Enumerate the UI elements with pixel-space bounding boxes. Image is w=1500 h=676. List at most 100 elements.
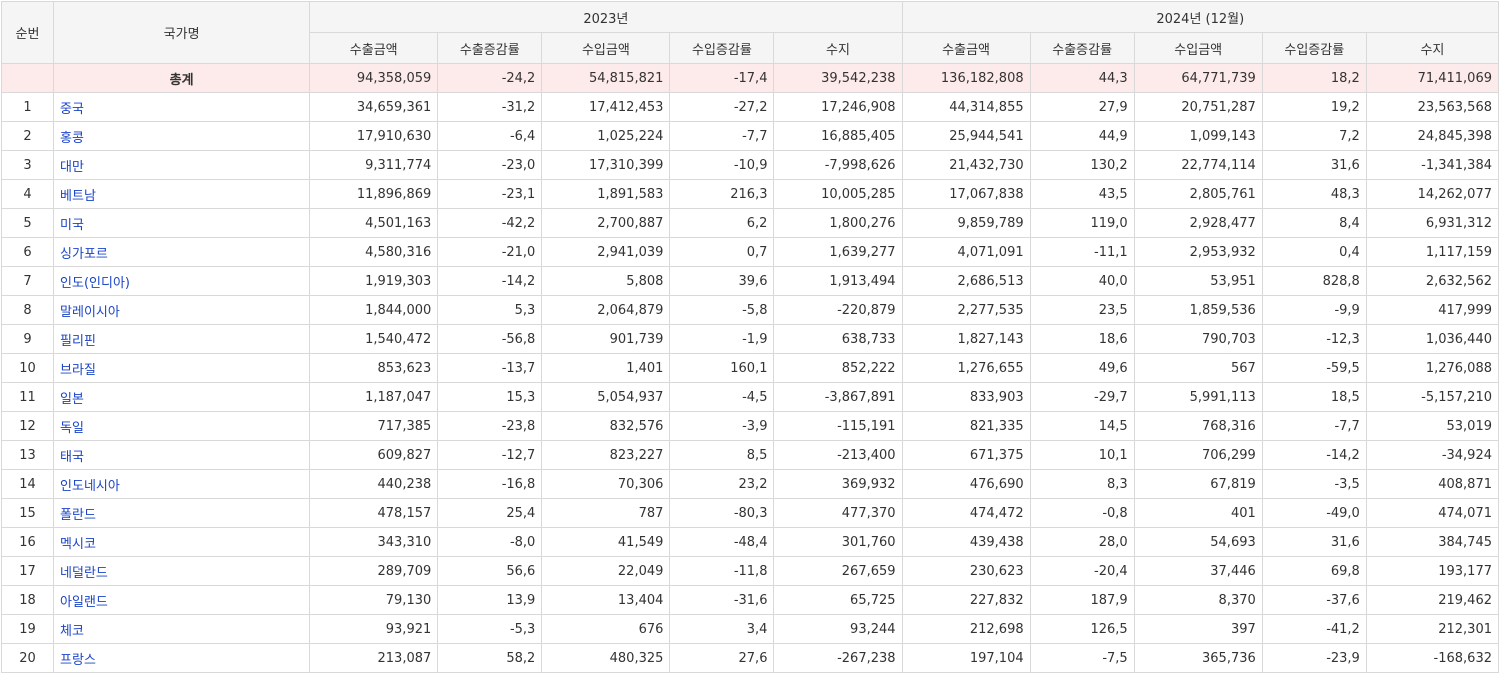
table-row: 15 폴란드 478,157 25,4 787 -80,3 477,370 474,472 -0… [0, 498, 1500, 528]
value-cell: 10,005,285 [773, 179, 903, 209]
value-cell: 8,3 [1029, 469, 1135, 499]
value-cell: 480,325 [541, 643, 671, 673]
value-cell: -59,5 [1261, 353, 1367, 383]
value-cell: 31,6 [1261, 150, 1367, 180]
value-cell: -37,6 [1261, 585, 1367, 615]
value-cell: 13,404 [541, 585, 671, 615]
table-row: 12 독일 717,385 -23,8 832,576 -3,9 -115,191 821,3… [0, 411, 1500, 441]
rank-cell: 7 [0, 266, 55, 296]
value-cell: 365,736 [1133, 643, 1263, 673]
header-import-amount-2023[interactable]: 수입금액 [541, 32, 671, 64]
value-cell: -11,1 [1029, 237, 1135, 267]
value-cell: 706,299 [1133, 440, 1263, 470]
country-link[interactable]: 베트남 [53, 179, 311, 209]
rank-cell: 14 [0, 469, 55, 499]
value-cell: 18,5 [1261, 382, 1367, 412]
value-cell: 17,412,453 [541, 92, 671, 122]
header-import-growth-2023[interactable]: 수입증감률 [669, 32, 775, 64]
country-link[interactable]: 아일랜드 [53, 585, 311, 615]
country-link[interactable]: 대만 [53, 150, 311, 180]
country-link[interactable]: 일본 [53, 382, 311, 412]
country-link[interactable]: 필리핀 [53, 324, 311, 354]
country-link[interactable]: 브라질 [53, 353, 311, 383]
value-cell: 4,501,163 [309, 208, 439, 238]
country-link[interactable]: 인도네시아 [53, 469, 311, 499]
value-cell: 22,774,114 [1133, 150, 1263, 180]
value-cell: 717,385 [309, 411, 439, 441]
country-link[interactable]: 멕시코 [53, 527, 311, 557]
country-link[interactable]: 프랑스 [53, 643, 311, 673]
value-cell: -0,8 [1029, 498, 1135, 528]
value-cell: 1,099,143 [1133, 121, 1263, 151]
country-link[interactable]: 미국 [53, 208, 311, 238]
value-cell: -11,8 [669, 556, 775, 586]
header-export-amount-2024[interactable]: 수출금액 [901, 32, 1031, 64]
value-cell: 48,3 [1261, 179, 1367, 209]
value-cell: 19,2 [1261, 92, 1367, 122]
value-cell: 8,4 [1261, 208, 1367, 238]
value-cell: 31,6 [1261, 527, 1367, 557]
value-cell: 0,7 [669, 237, 775, 267]
value-cell: 16,885,405 [773, 121, 903, 151]
country-link[interactable]: 네덜란드 [53, 556, 311, 586]
value-cell: 130,2 [1029, 150, 1135, 180]
rank-cell: 12 [0, 411, 55, 441]
value-cell: 3,4 [669, 614, 775, 644]
value-cell: 768,316 [1133, 411, 1263, 441]
value-cell: 5,808 [541, 266, 671, 296]
value-cell: -16,8 [437, 469, 543, 499]
header-balance-2024[interactable]: 수지 [1365, 32, 1500, 64]
value-cell: 7,2 [1261, 121, 1367, 151]
value-cell: 93,244 [773, 614, 903, 644]
total-cell: -24,2 [437, 63, 543, 93]
value-cell: -3,9 [669, 411, 775, 441]
value-cell: 69,8 [1261, 556, 1367, 586]
value-cell: 28,0 [1029, 527, 1135, 557]
header-export-growth-2024[interactable]: 수출증감률 [1029, 32, 1135, 64]
country-link[interactable]: 홍콩 [53, 121, 311, 151]
table-row: 9 필리핀 1,540,472 -56,8 901,739 -1,9 638,733 1,82… [0, 324, 1500, 354]
value-cell: 44,9 [1029, 121, 1135, 151]
value-cell: 1,540,472 [309, 324, 439, 354]
value-cell: -3,867,891 [773, 382, 903, 412]
value-cell: -80,3 [669, 498, 775, 528]
value-cell: -9,9 [1261, 295, 1367, 325]
value-cell: 56,6 [437, 556, 543, 586]
country-link[interactable]: 폴란드 [53, 498, 311, 528]
header-import-growth-2024[interactable]: 수입증감률 [1261, 32, 1367, 64]
value-cell: 17,246,908 [773, 92, 903, 122]
value-cell: -6,4 [437, 121, 543, 151]
value-cell: -23,0 [437, 150, 543, 180]
value-cell: 821,335 [901, 411, 1031, 441]
country-link[interactable]: 체코 [53, 614, 311, 644]
country-link[interactable]: 중국 [53, 92, 311, 122]
value-cell: 2,632,562 [1365, 266, 1500, 296]
value-cell: -1,341,384 [1365, 150, 1500, 180]
value-cell: -168,632 [1365, 643, 1500, 673]
country-link[interactable]: 말레이시아 [53, 295, 311, 325]
value-cell: 41,549 [541, 527, 671, 557]
country-link[interactable]: 인도(인디아) [53, 266, 311, 296]
rank-cell: 1 [0, 92, 55, 122]
header-import-amount-2024[interactable]: 수입금액 [1133, 32, 1263, 64]
value-cell: 478,157 [309, 498, 439, 528]
country-link[interactable]: 독일 [53, 411, 311, 441]
country-link[interactable]: 싱가포르 [53, 237, 311, 267]
table-row: 20 프랑스 213,087 58,2 480,325 27,6 -267,238 197,1… [0, 643, 1500, 673]
header-export-amount-2023[interactable]: 수출금액 [309, 32, 439, 64]
rank-cell: 17 [0, 556, 55, 586]
total-cell: 94,358,059 [309, 63, 439, 93]
header-balance-2023[interactable]: 수지 [773, 32, 903, 64]
header-export-growth-2023[interactable]: 수출증감률 [437, 32, 543, 64]
header-country[interactable]: 국가명 [53, 1, 311, 64]
value-cell: 18,6 [1029, 324, 1135, 354]
rank-cell: 15 [0, 498, 55, 528]
value-cell: 22,049 [541, 556, 671, 586]
value-cell: -23,9 [1261, 643, 1367, 673]
value-cell: 219,462 [1365, 585, 1500, 615]
header-year-2024: 2024년 (12월) [901, 1, 1500, 33]
country-link[interactable]: 태국 [53, 440, 311, 470]
value-cell: 34,659,361 [309, 92, 439, 122]
rank-cell: 10 [0, 353, 55, 383]
header-rank[interactable]: 순번 [0, 1, 55, 64]
